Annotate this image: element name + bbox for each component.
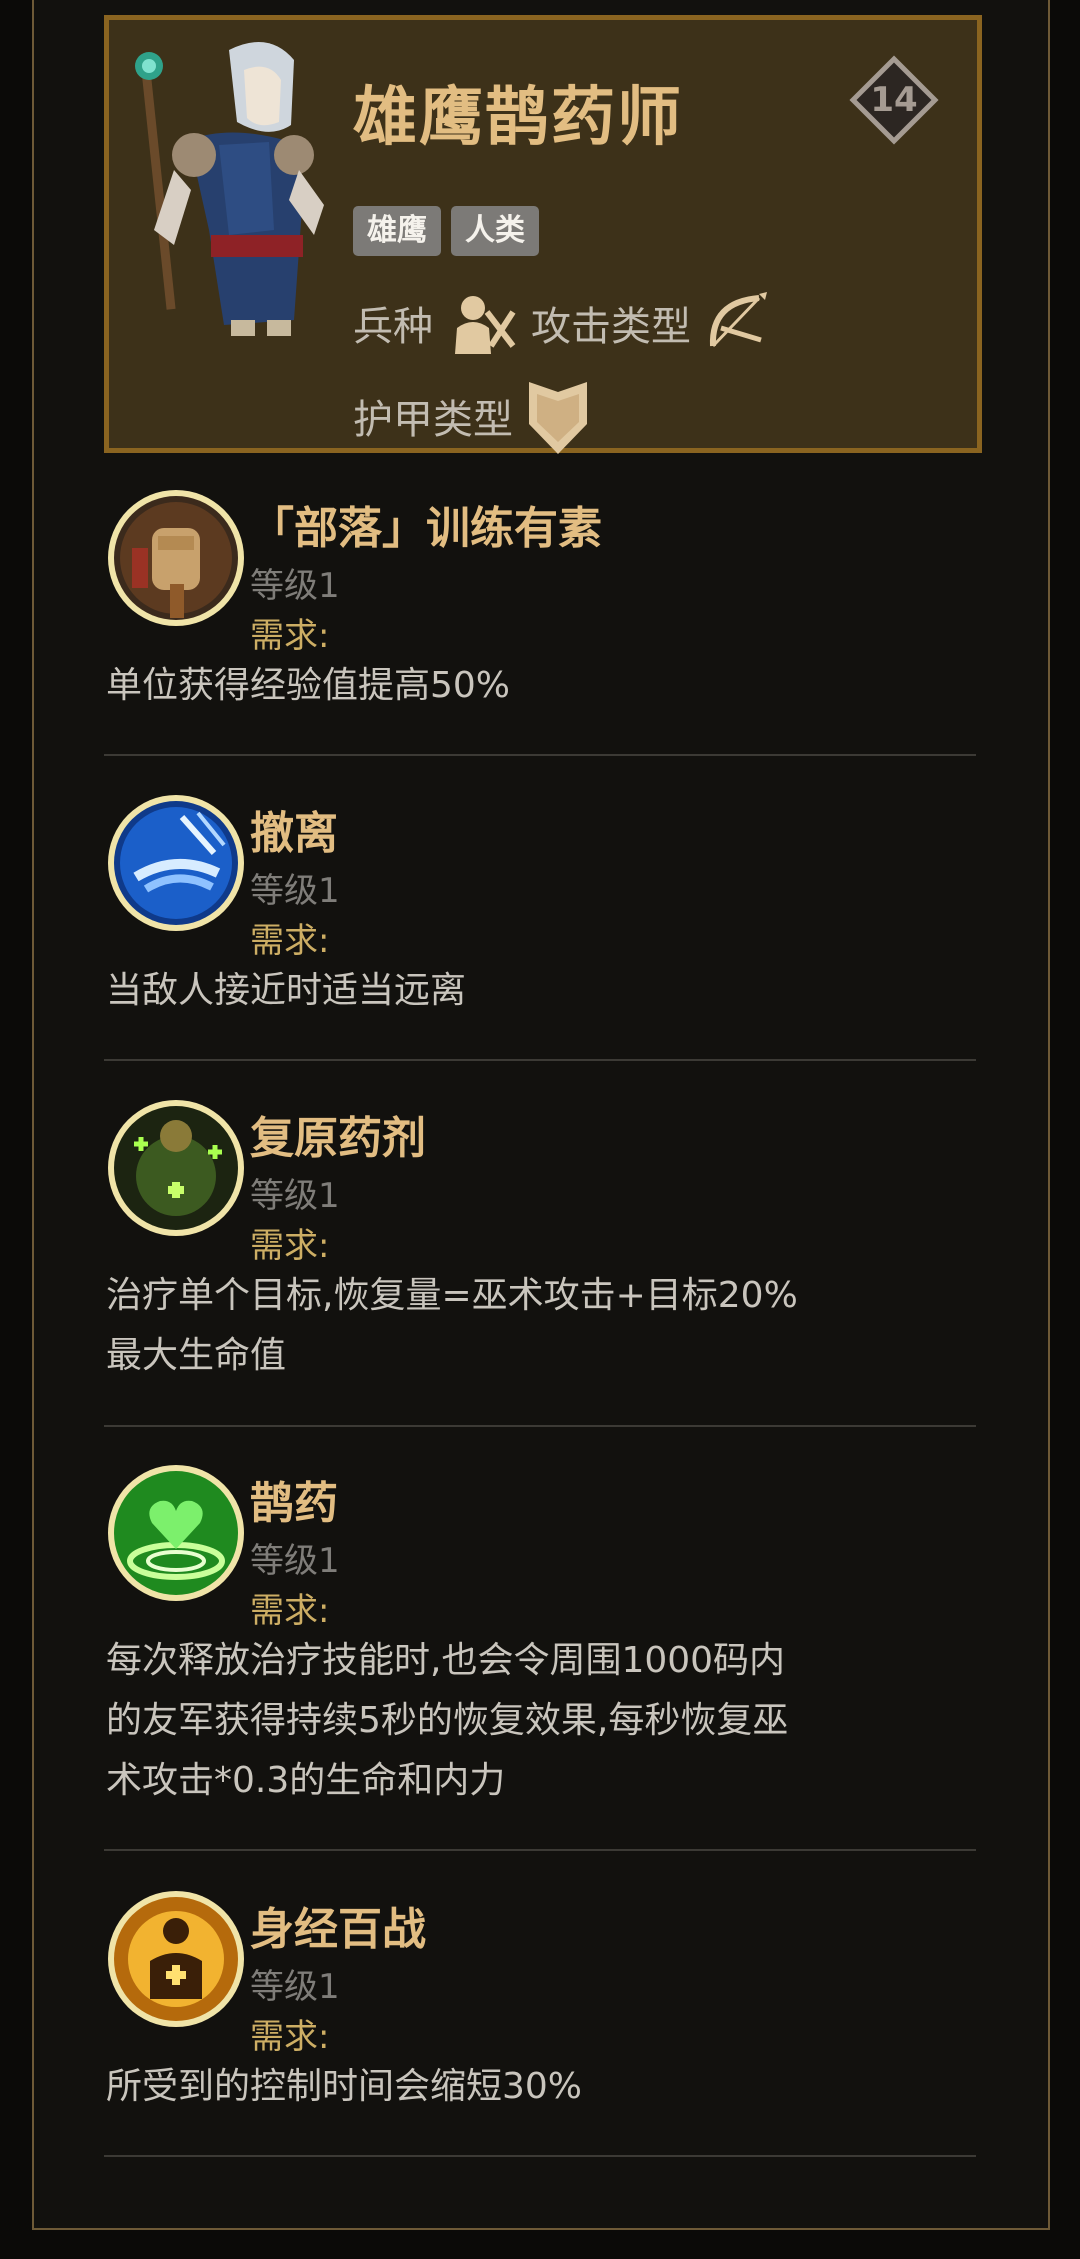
skill-description-line: 最大生命值: [106, 1335, 287, 1376]
divider: [104, 1425, 976, 1427]
skill-description-line: 的友军获得持续5秒的恢复效果,每秒恢复巫: [106, 1700, 789, 1741]
skill-requirement: 需求:: [250, 921, 330, 961]
tag-faction: 雄鹰: [353, 206, 441, 256]
blue-dash-icon: [108, 795, 244, 931]
divider: [104, 754, 976, 756]
skill-description-line: 所受到的控制时间会缩短30%: [106, 2066, 583, 2107]
unit-portrait: [135, 42, 324, 336]
skill-name: 复原药剂: [250, 1113, 426, 1164]
skill-description: 单位获得经验值提高50%: [106, 656, 966, 716]
skill-description-line: 单位获得经验值提高50%: [106, 665, 511, 706]
troop-label: 兵种: [353, 304, 433, 350]
green-potion-heal-icon: [108, 1100, 244, 1236]
skill-description: 治疗单个目标,恢复量=巫术攻击+目标20% 最大生命值: [106, 1266, 966, 1386]
skill-level: 等级1: [250, 1541, 340, 1581]
skill-level: 等级1: [250, 566, 340, 606]
skill-description: 每次释放治疗技能时,也会令周围1000码内 的友军获得持续5秒的恢复效果,每秒恢…: [106, 1631, 966, 1811]
shield-icon: [529, 382, 587, 454]
attack-type-label: 攻击类型: [531, 304, 691, 350]
gauntlet-fist-icon: [108, 490, 244, 626]
infantry-icon: [455, 296, 516, 354]
skill-description-line: 治疗单个目标,恢复量=巫术攻击+目标20%: [106, 1275, 798, 1316]
skill-description: 当敌人接近时适当远离: [106, 961, 966, 1021]
skill-item: 复原药剂 等级1 需求: 治疗单个目标,恢复量=巫术攻击+目标20% 最大生命值: [104, 1098, 976, 1398]
skill-level: 等级1: [250, 1176, 340, 1216]
skill-requirement: 需求:: [250, 616, 330, 656]
unit-name: 雄鹰鹊药师: [353, 81, 683, 155]
skill-name: 鹊药: [250, 1478, 338, 1529]
skill-item: 鹊药 等级1 需求: 每次释放治疗技能时,也会令周围1000码内 的友军获得持续…: [104, 1463, 976, 1823]
tag-race: 人类: [451, 206, 539, 256]
skill-item: 「部落」训练有素 等级1 需求: 单位获得经验值提高50%: [104, 488, 976, 738]
divider: [104, 1849, 976, 1851]
skill-name: 身经百战: [250, 1904, 426, 1955]
unit-card: 雄鹰鹊药师 14 雄鹰 人类 兵种 攻击类型 护甲类型: [104, 15, 982, 454]
unit-level: 14: [870, 80, 918, 120]
unit-tags: 雄鹰 人类: [353, 206, 539, 256]
skill-level: 等级1: [250, 871, 340, 911]
skill-name: 「部落」训练有素: [250, 503, 602, 554]
skill-item: 身经百战 等级1 需求: 所受到的控制时间会缩短30%: [104, 1889, 976, 2139]
skill-description: 所受到的控制时间会缩短30%: [106, 2057, 966, 2117]
skill-description-line: 术攻击*0.3的生命和内力: [106, 1760, 506, 1801]
armor-type-label: 护甲类型: [353, 397, 513, 443]
divider: [104, 1059, 976, 1061]
level-badge: 14: [849, 55, 939, 145]
skill-level: 等级1: [250, 1967, 340, 2007]
armor-row: 护甲类型: [353, 374, 605, 458]
skill-description-line: 每次释放治疗技能时,也会令周围1000码内: [106, 1640, 786, 1681]
green-heart-aura-icon: [108, 1465, 244, 1601]
skill-name: 撤离: [250, 808, 338, 859]
skill-description-line: 当敌人接近时适当远离: [106, 970, 467, 1011]
skill-item: 撤离 等级1 需求: 当敌人接近时适当远离: [104, 793, 976, 1043]
troop-attack-row: 兵种 攻击类型: [353, 288, 783, 358]
golden-cross-figure-icon: [108, 1891, 244, 2027]
bow-icon: [709, 292, 767, 348]
skill-requirement: 需求:: [250, 1226, 330, 1266]
skill-requirement: 需求:: [250, 1591, 330, 1631]
divider: [104, 2155, 976, 2157]
skill-requirement: 需求:: [250, 2017, 330, 2057]
